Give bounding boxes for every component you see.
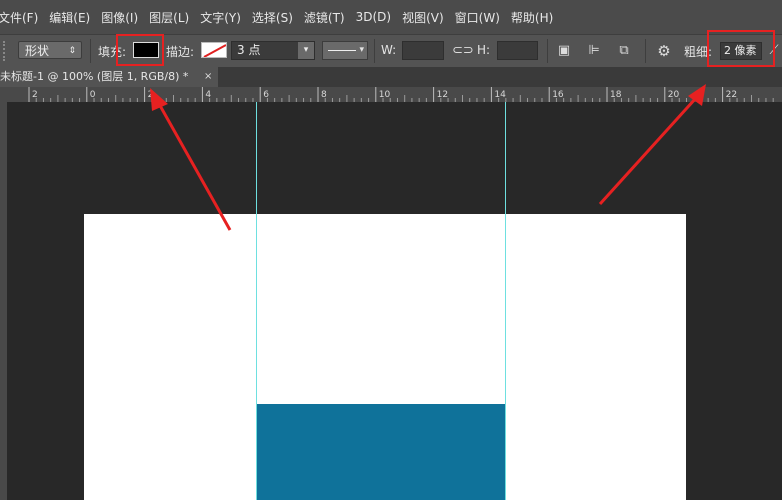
arrow-to-fill	[150, 88, 232, 231]
annotation-arrows	[150, 84, 706, 231]
arrow-to-weight	[598, 84, 706, 206]
